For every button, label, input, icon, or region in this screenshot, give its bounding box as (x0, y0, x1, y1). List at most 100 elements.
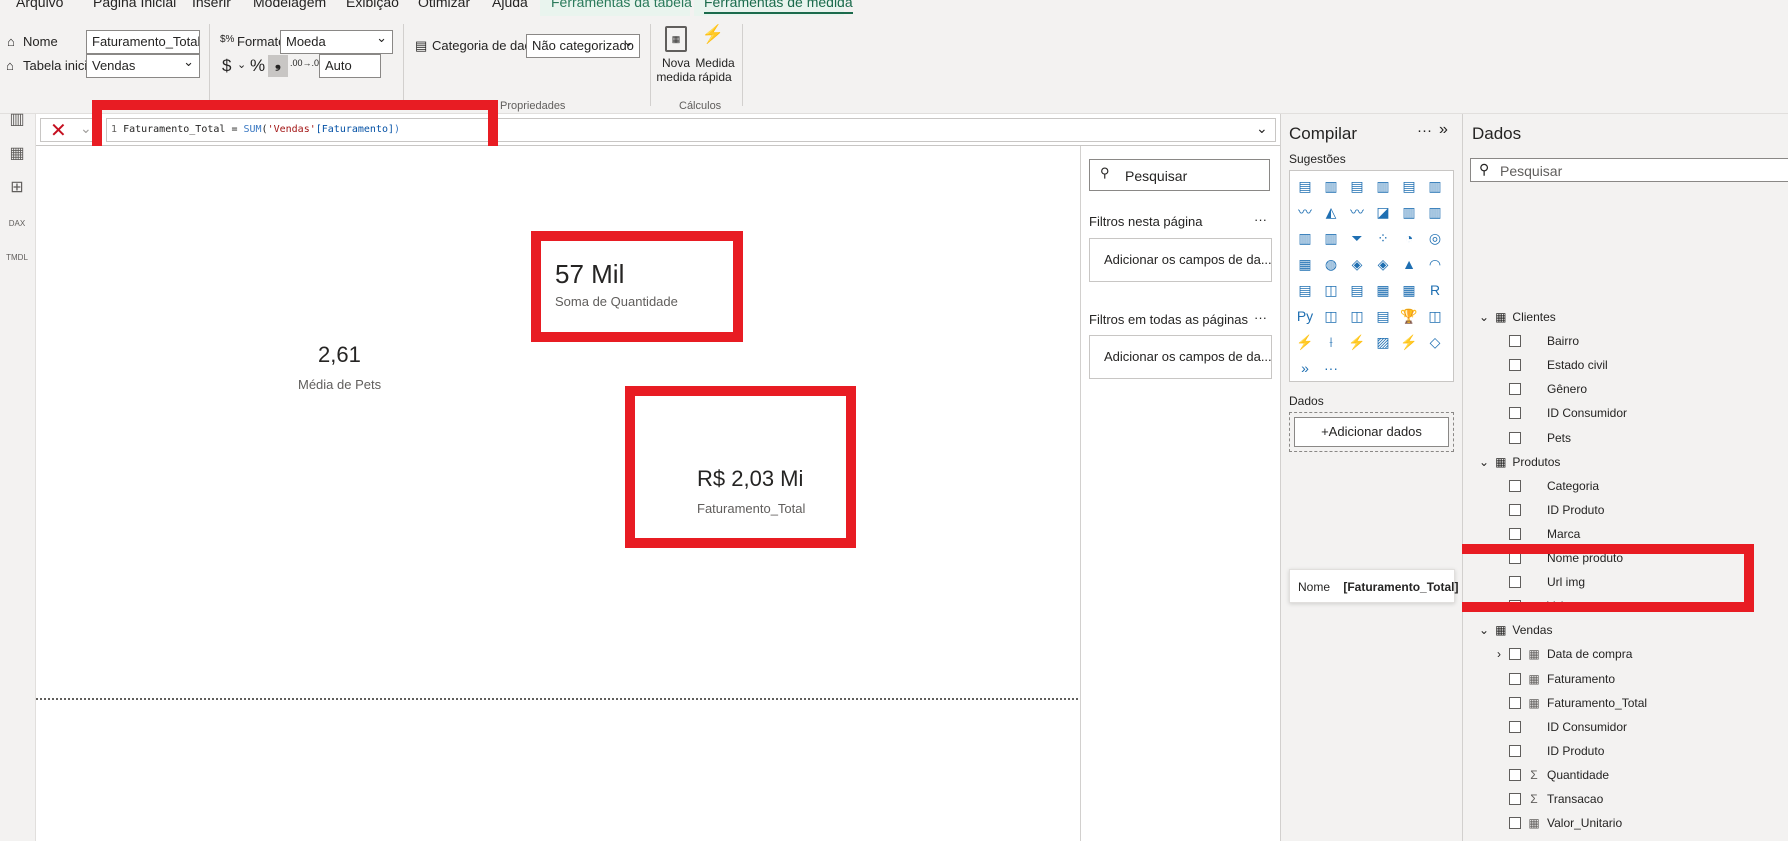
visual-type-icon[interactable]: 〰 (1294, 201, 1316, 223)
visual-type-icon[interactable]: ▦ (1398, 279, 1420, 301)
tab-arquivo[interactable]: Arquivo (16, 0, 63, 10)
visual-type-icon[interactable]: ▤ (1294, 279, 1316, 301)
field-checkbox[interactable] (1509, 431, 1521, 444)
visual-type-icon[interactable]: ⟊ (1320, 331, 1342, 353)
visual-type-icon[interactable]: ◈ (1346, 253, 1368, 275)
field-checkbox[interactable] (1509, 527, 1521, 540)
tab-otimizar[interactable]: Otimizar (418, 0, 470, 10)
currency-button[interactable]: $ (222, 56, 231, 76)
visual-type-icon[interactable]: ◫ (1424, 305, 1446, 327)
chevron-down-icon[interactable]: ⌄ (237, 58, 246, 71)
decimal-places-input[interactable]: Auto (319, 54, 381, 78)
visual-type-icon[interactable]: ▥ (1424, 201, 1446, 223)
field-checkbox[interactable] (1509, 768, 1521, 781)
tab-ferramentas-tabela[interactable]: Ferramentas da tabela (551, 0, 692, 10)
visual-type-icon[interactable]: ▨ (1372, 331, 1394, 353)
tab-ferramentas-medida[interactable]: Ferramentas de medida (704, 0, 853, 14)
cancel-icon[interactable]: ✕ (50, 118, 67, 143)
add-data-button[interactable]: +Adicionar dados (1294, 417, 1449, 447)
tab-ajuda[interactable]: Ajuda (492, 0, 528, 10)
table-node[interactable]: ⌄ ▦ Produtos (1479, 455, 1560, 469)
field-item[interactable]: ▦ Faturamento_Total (1509, 696, 1647, 710)
decimals-button[interactable]: .00→.0 (290, 58, 319, 68)
check-icon[interactable]: ⌄ (80, 120, 92, 137)
visual-type-icon[interactable]: ▤ (1372, 305, 1394, 327)
visual-type-icon[interactable]: ▲ (1398, 253, 1420, 275)
field-item[interactable]: ID Consumidor (1509, 720, 1627, 734)
chevron-right-icon[interactable]: › (1497, 647, 1501, 661)
visual-type-icon[interactable]: ▤ (1346, 175, 1368, 197)
visual-type-icon[interactable]: ◍ (1320, 253, 1342, 275)
visual-type-icon[interactable]: ⁘ (1372, 227, 1394, 249)
field-item[interactable]: Pets (1509, 431, 1571, 445)
field-checkbox[interactable] (1509, 696, 1521, 709)
field-item[interactable]: Marca (1509, 527, 1580, 541)
table-view-icon[interactable]: ▦ (6, 142, 28, 164)
field-checkbox[interactable] (1509, 335, 1521, 348)
page-filters-dropzone[interactable]: Adicionar os campos de da... (1089, 238, 1272, 282)
visual-type-icon[interactable]: ◭ (1320, 201, 1342, 223)
field-checkbox[interactable] (1509, 648, 1521, 661)
visual-type-icon[interactable]: 〰 (1346, 201, 1368, 223)
visual-type-icon[interactable]: ◇ (1424, 331, 1446, 353)
field-item[interactable]: ▦ Faturamento (1509, 672, 1615, 686)
visual-type-icon[interactable]: ▥ (1320, 227, 1342, 249)
visual-type-icon[interactable]: ▦ (1372, 279, 1394, 301)
dax-query-icon[interactable]: DAX (6, 212, 28, 234)
field-item[interactable]: ID Consumidor (1509, 406, 1627, 420)
calculator-icon[interactable]: ▦ (665, 26, 687, 52)
visual-type-icon[interactable]: ▤ (1346, 279, 1368, 301)
visual-type-icon[interactable]: ◈ (1372, 253, 1394, 275)
visual-type-icon[interactable]: ▤ (1398, 175, 1420, 197)
visual-type-icon[interactable]: ◎ (1424, 227, 1446, 249)
tab-exibicao[interactable]: Exibição (346, 0, 399, 10)
more-icon[interactable]: ··· (1254, 310, 1267, 325)
comma-button[interactable]: ❟ (268, 55, 288, 77)
field-item[interactable]: Estado civil (1509, 358, 1608, 372)
field-checkbox[interactable] (1509, 720, 1521, 733)
tab-pagina-inicial[interactable]: Página Inicial (93, 0, 176, 10)
percent-button[interactable]: % (250, 56, 265, 76)
all-pages-filters-dropzone[interactable]: Adicionar os campos de da... (1089, 335, 1272, 379)
visual-type-icon[interactable]: ◪ (1372, 201, 1394, 223)
model-view-icon[interactable]: ⊞ (6, 176, 28, 198)
dados-search-input[interactable]: ⚲ Pesquisar (1470, 158, 1788, 182)
quick-measure-icon[interactable]: ⚡ (700, 24, 726, 52)
chevron-down-icon[interactable]: ⌄ (1479, 623, 1489, 637)
tabela-inicial-select[interactable]: Vendas (86, 54, 200, 78)
field-item[interactable]: ▦ Valor_Unitario (1509, 816, 1622, 830)
tab-inserir[interactable]: Inserir (192, 0, 231, 10)
visual-type-icon[interactable]: ◫ (1320, 279, 1342, 301)
visual-type-icon[interactable]: Py (1294, 305, 1316, 327)
formato-select[interactable]: Moeda (280, 30, 393, 54)
field-item[interactable]: ID Produto (1509, 503, 1604, 517)
visual-type-icon[interactable]: ··· (1320, 357, 1342, 379)
field-checkbox[interactable] (1509, 359, 1521, 372)
visual-type-icon[interactable]: ▥ (1398, 201, 1420, 223)
field-checkbox[interactable] (1509, 672, 1521, 685)
filters-search-input[interactable]: ⚲ Pesquisar (1089, 159, 1270, 191)
visual-type-icon[interactable]: » (1294, 357, 1316, 379)
field-item[interactable]: › ▦ Data de compra (1497, 647, 1632, 661)
visual-type-icon[interactable]: ▥ (1294, 227, 1316, 249)
report-view-icon[interactable]: ▥ (6, 108, 28, 130)
chevron-down-icon[interactable]: ⌄ (1479, 455, 1489, 469)
visual-type-icon[interactable]: ⚡ (1398, 331, 1420, 353)
visual-type-icon[interactable]: ▥ (1424, 175, 1446, 197)
visual-type-icon[interactable]: ▦ (1294, 253, 1316, 275)
field-item[interactable]: Σ Transacao (1509, 792, 1603, 806)
visual-type-icon[interactable]: ▥ (1372, 175, 1394, 197)
visual-type-icon[interactable]: ▥ (1320, 175, 1342, 197)
more-icon[interactable]: ··· (1417, 122, 1432, 139)
nova-medida-button[interactable]: Nova medida (656, 56, 696, 84)
nome-input[interactable]: Faturamento_Total (86, 30, 200, 54)
field-checkbox[interactable] (1509, 744, 1521, 757)
field-item[interactable]: Σ Quantidade (1509, 768, 1609, 782)
tmdl-view-icon[interactable]: TMDL (6, 246, 28, 268)
expand-formula-icon[interactable]: ⌄ (1256, 120, 1268, 137)
categoria-select[interactable]: Não categorizado (526, 34, 640, 58)
visual-type-icon[interactable]: ▤ (1294, 175, 1316, 197)
visual-type-icon[interactable]: ◫ (1320, 305, 1342, 327)
field-item[interactable]: Bairro (1509, 334, 1579, 348)
more-icon[interactable]: ··· (1254, 212, 1267, 227)
